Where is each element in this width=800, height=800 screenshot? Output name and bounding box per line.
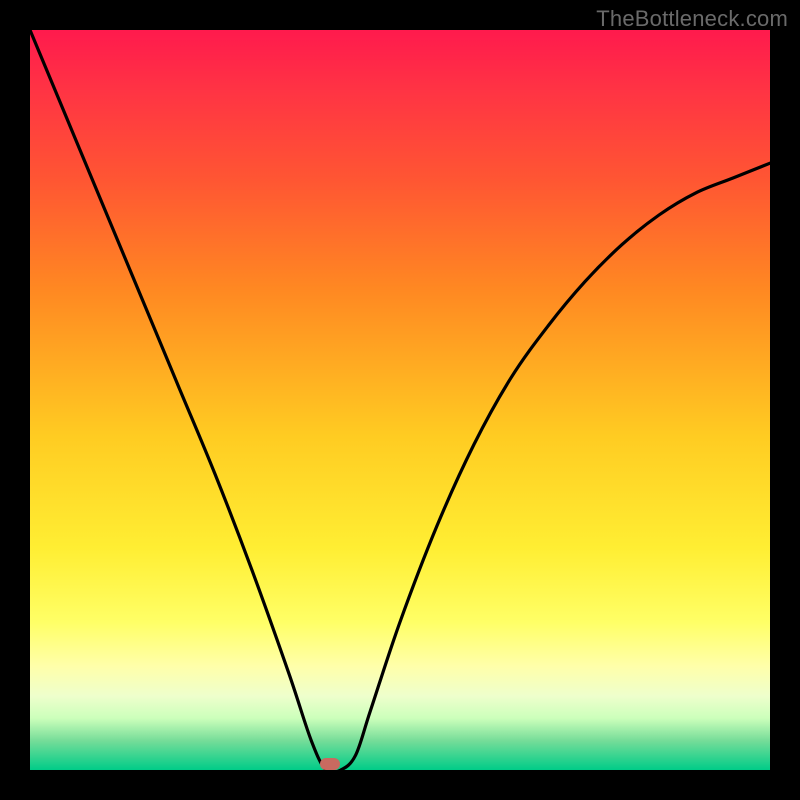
chart-frame: TheBottleneck.com — [0, 0, 800, 800]
minimum-marker — [320, 758, 340, 770]
curve-svg — [30, 30, 770, 770]
watermark-text: TheBottleneck.com — [596, 6, 788, 32]
bottleneck-curve — [30, 30, 770, 770]
plot-area — [30, 30, 770, 770]
